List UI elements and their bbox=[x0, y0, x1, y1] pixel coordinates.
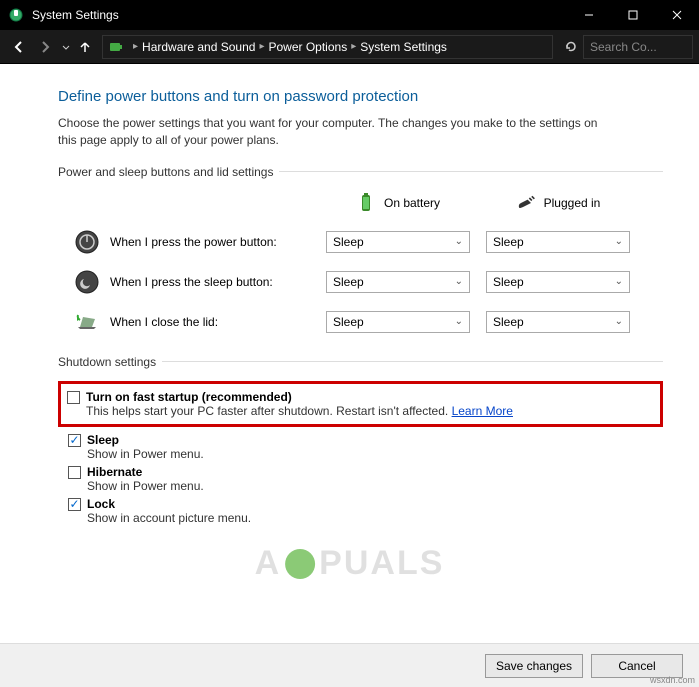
power-button-battery-select[interactable]: Sleep⌄ bbox=[326, 231, 470, 253]
sleep-button-plugged-select[interactable]: Sleep⌄ bbox=[486, 271, 630, 293]
search-input[interactable]: Search Co... bbox=[583, 35, 693, 59]
column-on-battery: On battery bbox=[318, 191, 478, 215]
breadcrumb-item[interactable]: Power Options bbox=[268, 40, 347, 54]
lid-battery-select[interactable]: Sleep⌄ bbox=[326, 311, 470, 333]
section-head-label: Shutdown settings bbox=[58, 355, 156, 369]
settings-icon bbox=[8, 7, 24, 23]
chevron-down-icon: ⌄ bbox=[455, 276, 463, 287]
chevron-down-icon: ⌄ bbox=[455, 316, 463, 327]
plug-icon bbox=[516, 191, 536, 215]
hibernate-checkbox[interactable] bbox=[68, 466, 81, 479]
sleep-icon bbox=[74, 269, 100, 295]
hibernate-option: Hibernate Show in Power menu. bbox=[58, 463, 663, 495]
power-settings-table: On battery Plugged in When I press the p… bbox=[58, 191, 663, 335]
lid-plugged-select[interactable]: Sleep⌄ bbox=[486, 311, 630, 333]
section-head-label: Power and sleep buttons and lid settings bbox=[58, 165, 273, 179]
sleep-option: ✓ Sleep Show in Power menu. bbox=[58, 431, 663, 463]
attribution: wsxdn.com bbox=[650, 675, 695, 685]
page-description: Choose the power settings that you want … bbox=[58, 115, 598, 149]
lock-checkbox[interactable]: ✓ bbox=[68, 498, 81, 511]
chevron-down-icon: ⌄ bbox=[615, 236, 623, 247]
save-changes-button[interactable]: Save changes bbox=[485, 654, 583, 678]
content-area: Define power buttons and turn on passwor… bbox=[0, 64, 699, 643]
divider bbox=[279, 171, 663, 172]
power-icon bbox=[74, 229, 100, 255]
column-plugged-in: Plugged in bbox=[478, 191, 638, 215]
row-close-lid: When I close the lid: bbox=[58, 309, 318, 335]
breadcrumb[interactable]: ▸ Hardware and Sound ▸ Power Options ▸ S… bbox=[102, 35, 553, 59]
titlebar: System Settings bbox=[0, 0, 699, 30]
chevron-right-icon: ▸ bbox=[351, 41, 356, 52]
divider bbox=[162, 361, 663, 362]
fast-startup-label: Turn on fast startup (recommended) bbox=[86, 390, 513, 404]
sleep-button-battery-select[interactable]: Sleep⌄ bbox=[326, 271, 470, 293]
watermark-logo-icon bbox=[285, 549, 315, 579]
row-label-text: When I close the lid: bbox=[110, 315, 218, 329]
chevron-down-icon: ⌄ bbox=[455, 236, 463, 247]
laptop-lid-icon bbox=[74, 309, 100, 335]
lock-description: Show in account picture menu. bbox=[87, 511, 251, 525]
sleep-description: Show in Power menu. bbox=[87, 447, 204, 461]
row-sleep-button: When I press the sleep button: bbox=[58, 269, 318, 295]
row-label-text: When I press the sleep button: bbox=[110, 275, 273, 289]
page-title: Define power buttons and turn on passwor… bbox=[58, 88, 663, 105]
learn-more-link[interactable]: Learn More bbox=[452, 404, 513, 418]
fast-startup-description: This helps start your PC faster after sh… bbox=[86, 404, 513, 418]
chevron-right-icon: ▸ bbox=[133, 41, 138, 52]
breadcrumb-item[interactable]: System Settings bbox=[360, 40, 447, 54]
highlight-annotation: Turn on fast startup (recommended) This … bbox=[58, 381, 663, 427]
section-power-buttons: Power and sleep buttons and lid settings bbox=[58, 165, 663, 179]
lock-option: ✓ Lock Show in account picture menu. bbox=[58, 495, 663, 527]
hibernate-description: Show in Power menu. bbox=[87, 479, 204, 493]
up-button[interactable] bbox=[74, 40, 96, 54]
window-controls bbox=[567, 0, 699, 30]
close-button[interactable] bbox=[655, 0, 699, 30]
battery-icon bbox=[356, 191, 376, 215]
chevron-down-icon: ⌄ bbox=[615, 276, 623, 287]
fast-startup-checkbox[interactable] bbox=[67, 391, 80, 404]
battery-icon bbox=[107, 38, 125, 56]
breadcrumb-item[interactable]: Hardware and Sound bbox=[142, 40, 255, 54]
sleep-label: Sleep bbox=[87, 433, 204, 447]
sleep-checkbox[interactable]: ✓ bbox=[68, 434, 81, 447]
column-label: Plugged in bbox=[544, 196, 601, 210]
navbar: ▸ Hardware and Sound ▸ Power Options ▸ S… bbox=[0, 30, 699, 64]
power-button-plugged-select[interactable]: Sleep⌄ bbox=[486, 231, 630, 253]
forward-button[interactable] bbox=[32, 34, 58, 60]
window-title: System Settings bbox=[32, 8, 567, 22]
lock-label: Lock bbox=[87, 497, 251, 511]
column-label: On battery bbox=[384, 196, 440, 210]
shutdown-settings: Turn on fast startup (recommended) This … bbox=[58, 381, 663, 527]
refresh-button[interactable] bbox=[559, 40, 583, 54]
chevron-right-icon: ▸ bbox=[259, 41, 264, 52]
search-placeholder: Search Co... bbox=[590, 40, 657, 54]
fast-startup-option: Turn on fast startup (recommended) This … bbox=[67, 388, 652, 420]
cancel-button[interactable]: Cancel bbox=[591, 654, 683, 678]
row-power-button: When I press the power button: bbox=[58, 229, 318, 255]
chevron-down-icon: ⌄ bbox=[615, 316, 623, 327]
hibernate-label: Hibernate bbox=[87, 465, 204, 479]
minimize-button[interactable] bbox=[567, 0, 611, 30]
row-label-text: When I press the power button: bbox=[110, 235, 277, 249]
maximize-button[interactable] bbox=[611, 0, 655, 30]
recent-dropdown[interactable] bbox=[58, 34, 74, 60]
footer: Save changes Cancel bbox=[0, 643, 699, 687]
back-button[interactable] bbox=[6, 34, 32, 60]
section-shutdown: Shutdown settings bbox=[58, 355, 663, 369]
watermark: APUALS bbox=[255, 544, 445, 583]
